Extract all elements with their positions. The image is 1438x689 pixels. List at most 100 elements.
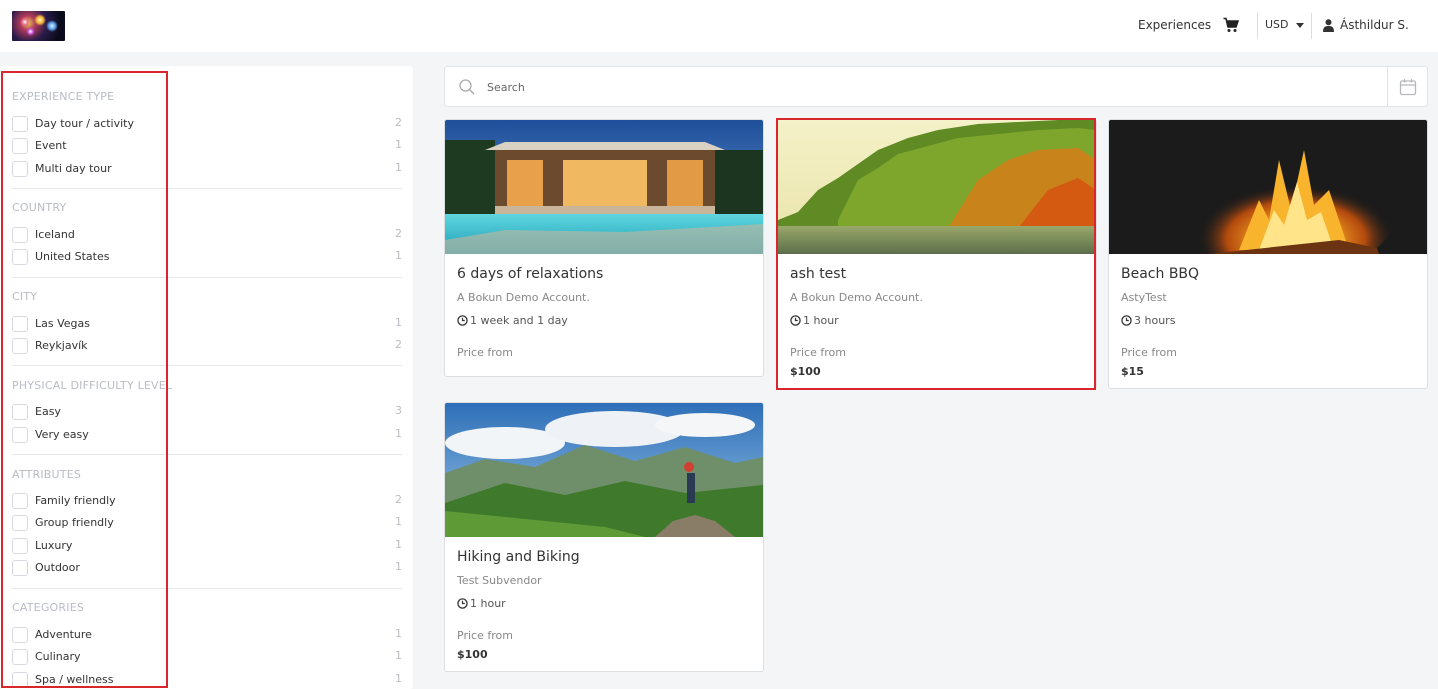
product-vendor: A Bokun Demo Account.: [457, 291, 590, 304]
calendar-icon[interactable]: [1399, 78, 1417, 96]
product-vendor: Test Subvendor: [457, 574, 542, 587]
checkbox[interactable]: [12, 538, 28, 554]
nav-experiences-link[interactable]: Experiences: [1138, 18, 1211, 32]
product-image-forest[interactable]: [778, 120, 1096, 254]
currency-selector[interactable]: USD: [1265, 18, 1289, 31]
filter-option-event[interactable]: Event 1: [12, 137, 402, 155]
filter-option-group-friendly[interactable]: Group friendly 1: [12, 514, 402, 532]
checkbox[interactable]: [12, 338, 28, 354]
filter-label: Iceland: [35, 228, 75, 241]
filter-option-united-states[interactable]: United States 1: [12, 248, 402, 266]
checkbox[interactable]: [12, 672, 28, 688]
clock-icon: [457, 315, 468, 326]
filter-option-reykjavik[interactable]: Reykjavík 2: [12, 337, 402, 355]
search-bar: [444, 66, 1428, 107]
filter-label: Outdoor: [35, 561, 80, 574]
filter-count: 1: [395, 161, 402, 174]
checkbox[interactable]: [12, 227, 28, 243]
filter-label: Multi day tour: [35, 162, 112, 175]
section-title: PHYSICAL DIFFICULTY LEVEL: [12, 379, 173, 392]
clock-icon: [457, 598, 468, 609]
product-image-bonfire[interactable]: [1109, 120, 1427, 254]
checkbox[interactable]: [12, 649, 28, 665]
checkbox[interactable]: [12, 161, 28, 177]
price-value: $100: [790, 365, 821, 378]
filter-option-day-tour[interactable]: Day tour / activity 2: [12, 115, 402, 133]
product-image-mountains[interactable]: [445, 403, 763, 537]
product-title[interactable]: ash test: [790, 266, 846, 282]
filter-label: Very easy: [35, 428, 89, 441]
duration-text: 1 hour: [803, 314, 839, 327]
user-icon[interactable]: [1323, 19, 1334, 32]
filter-label: Culinary: [35, 650, 81, 663]
nav-divider: [1311, 13, 1312, 39]
filter-option-las-vegas[interactable]: Las Vegas 1: [12, 315, 402, 333]
filter-option-iceland[interactable]: Iceland 2: [12, 226, 402, 244]
filter-label: Reykjavík: [35, 339, 88, 352]
product-title[interactable]: 6 days of relaxations: [457, 266, 603, 282]
filter-count: 1: [395, 538, 402, 551]
filter-option-easy[interactable]: Easy 3: [12, 403, 402, 421]
duration-text: 1 hour: [470, 597, 506, 610]
filter-option-culinary[interactable]: Culinary 1: [12, 648, 402, 666]
product-card[interactable]: Beach BBQ AstyTest 3 hours Price from $1…: [1108, 119, 1428, 389]
chevron-down-icon[interactable]: [1296, 23, 1304, 28]
top-header: Experiences USD Ásthildur S.: [0, 0, 1438, 52]
product-title[interactable]: Beach BBQ: [1121, 266, 1199, 282]
price-label: Price from: [457, 629, 513, 642]
product-vendor: AstyTest: [1121, 291, 1167, 304]
filter-label: Adventure: [35, 628, 92, 641]
product-card[interactable]: Hiking and Biking Test Subvendor 1 hour …: [444, 402, 764, 672]
filter-option-adventure[interactable]: Adventure 1: [12, 626, 402, 644]
checkbox[interactable]: [12, 138, 28, 154]
filter-count: 2: [395, 493, 402, 506]
duration-text: 1 week and 1 day: [470, 314, 568, 327]
duration-text: 3 hours: [1134, 314, 1176, 327]
product-card[interactable]: ash test A Bokun Demo Account. 1 hour Pr…: [777, 119, 1097, 389]
cart-icon[interactable]: [1223, 17, 1239, 33]
filter-option-luxury[interactable]: Luxury 1: [12, 537, 402, 555]
filter-label: Family friendly: [35, 494, 116, 507]
filter-count: 1: [395, 138, 402, 151]
product-image-villa[interactable]: [445, 120, 763, 254]
clock-icon: [790, 315, 801, 326]
section-divider: [12, 277, 402, 278]
filter-option-family-friendly[interactable]: Family friendly 2: [12, 492, 402, 510]
search-input[interactable]: [487, 79, 1367, 95]
section-divider: [12, 454, 402, 455]
filter-option-multi-day-tour[interactable]: Multi day tour 1: [12, 160, 402, 178]
price-value: $100: [457, 648, 488, 661]
checkbox[interactable]: [12, 249, 28, 265]
checkbox[interactable]: [12, 116, 28, 132]
filter-label: Event: [35, 139, 67, 152]
checkbox[interactable]: [12, 627, 28, 643]
section-divider: [12, 188, 402, 189]
checkbox[interactable]: [12, 493, 28, 509]
product-card[interactable]: 6 days of relaxations A Bokun Demo Accou…: [444, 119, 764, 377]
product-title[interactable]: Hiking and Biking: [457, 549, 580, 565]
section-divider: [12, 365, 402, 366]
filter-count: 2: [395, 338, 402, 351]
filter-label: Easy: [35, 405, 61, 418]
checkbox[interactable]: [12, 515, 28, 531]
clock-icon: [1121, 315, 1132, 326]
checkbox[interactable]: [12, 316, 28, 332]
price-label: Price from: [790, 346, 846, 359]
filter-label: Spa / wellness: [35, 673, 114, 686]
filter-count: 1: [395, 427, 402, 440]
filter-label: Las Vegas: [35, 317, 90, 330]
filter-label: Group friendly: [35, 516, 114, 529]
filter-option-spa-wellness[interactable]: Spa / wellness 1: [12, 671, 402, 689]
filter-option-very-easy[interactable]: Very easy 1: [12, 426, 402, 444]
site-logo[interactable]: [12, 11, 65, 41]
price-value: $15: [1121, 365, 1144, 378]
divider: [1387, 67, 1388, 106]
checkbox[interactable]: [12, 560, 28, 576]
filter-option-outdoor[interactable]: Outdoor 1: [12, 559, 402, 577]
checkbox[interactable]: [12, 427, 28, 443]
filter-count: 1: [395, 560, 402, 573]
filter-count: 1: [395, 649, 402, 662]
user-account-name[interactable]: Ásthildur S.: [1340, 18, 1409, 32]
filter-count: 2: [395, 227, 402, 240]
checkbox[interactable]: [12, 404, 28, 420]
